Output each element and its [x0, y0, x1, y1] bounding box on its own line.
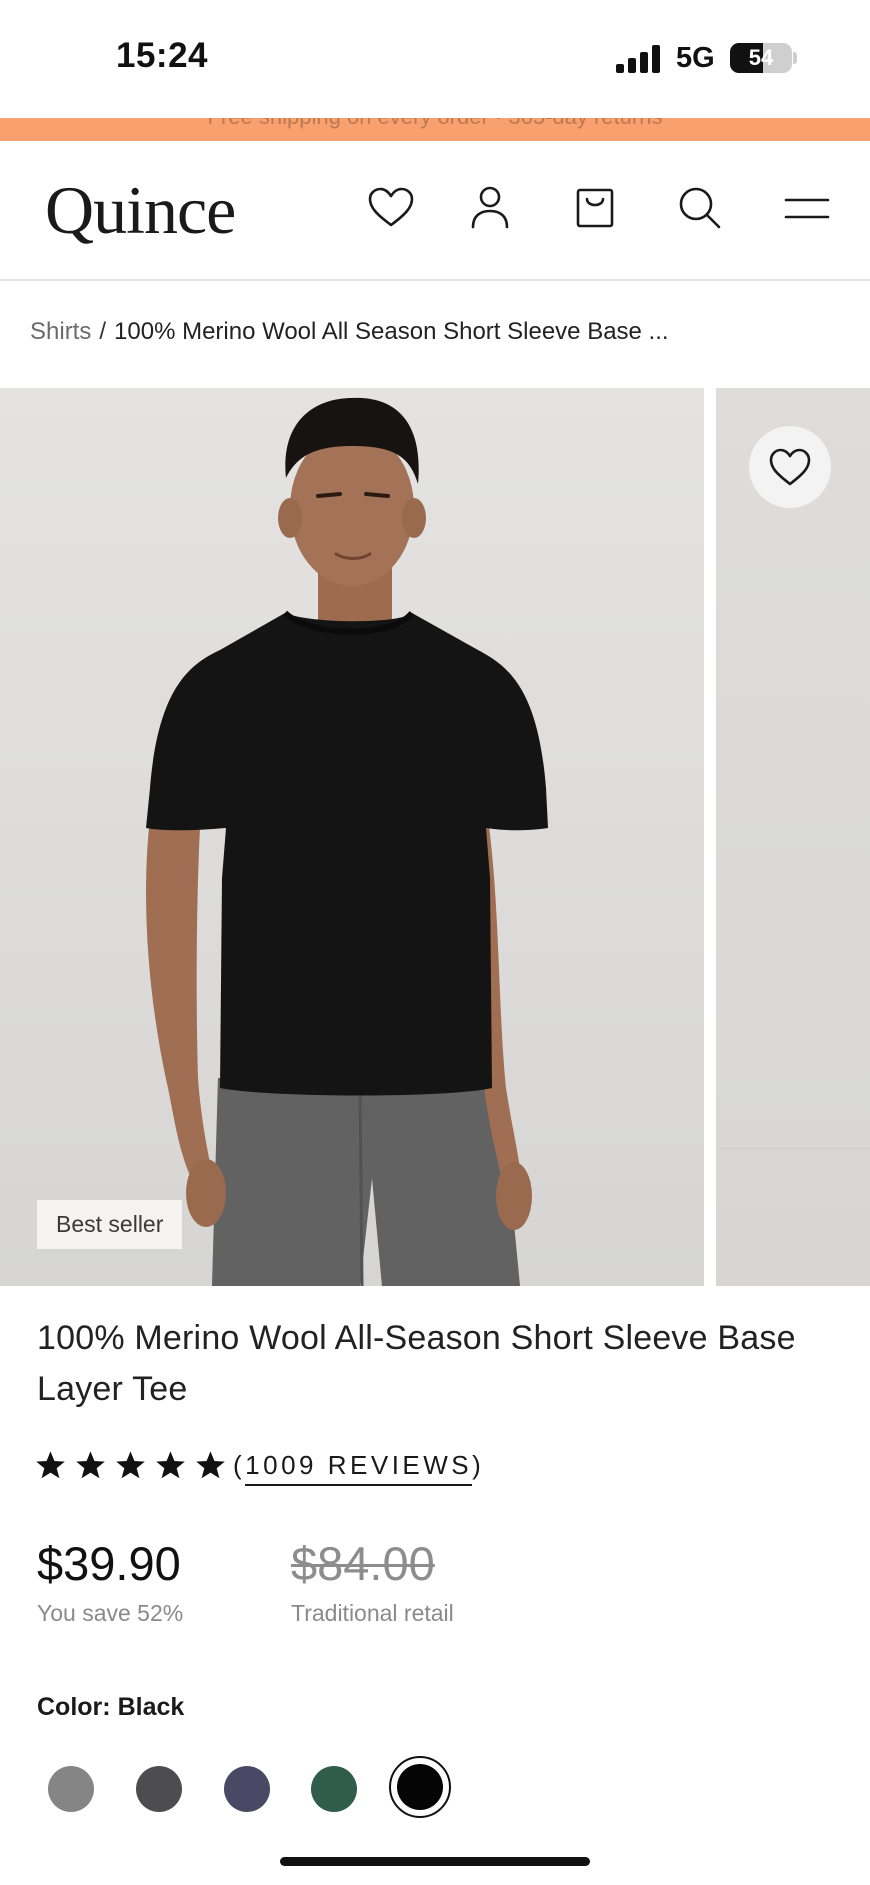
reviews-close-paren: ) — [472, 1449, 485, 1480]
savings-text: You save 52% — [37, 1600, 184, 1626]
reviews-link[interactable]: 1009 REVIEWS — [245, 1449, 473, 1486]
heart-icon — [368, 187, 414, 227]
battery-tip — [793, 52, 797, 64]
best-seller-badge: Best seller — [37, 1200, 183, 1249]
color-swatch[interactable] — [136, 1766, 182, 1812]
breadcrumb-shirts-link[interactable]: Shirts — [30, 318, 91, 345]
account-icon — [471, 186, 509, 229]
promo-text: Free shipping on every order · 365-day r… — [0, 118, 870, 130]
home-indicator[interactable] — [280, 1857, 590, 1866]
color-swatch-selected[interactable] — [389, 1756, 451, 1818]
retail-price: $84.00 — [291, 1537, 435, 1590]
star-icon — [156, 1450, 185, 1478]
breadcrumb: Shirts / 100% Merino Wool All Season Short… — [30, 318, 669, 346]
heart-icon — [769, 448, 811, 486]
wishlist-button[interactable] — [366, 183, 416, 233]
color-swatch[interactable] — [48, 1766, 94, 1812]
selected-color-name: Black — [117, 1693, 185, 1721]
star-icon — [76, 1450, 105, 1478]
product-rating: (1009 REVIEWS) — [34, 1445, 485, 1486]
battery-level: 54 — [748, 45, 774, 70]
network-type: 5G — [676, 42, 715, 74]
color-swatch[interactable] — [224, 1766, 270, 1812]
signal-icon — [616, 45, 660, 73]
next-image-floor-line — [716, 1148, 870, 1149]
reviews-open-paren: ( — [233, 1449, 246, 1480]
product-title: 100% Merino Wool All-Season Short Sleeve… — [37, 1319, 796, 1408]
account-button[interactable] — [465, 183, 515, 233]
status-time: 15:24 — [116, 36, 209, 75]
quince-logo[interactable]: Quince — [45, 171, 236, 250]
star-icon — [116, 1450, 145, 1478]
cart-button[interactable] — [570, 183, 620, 233]
search-icon — [679, 187, 721, 229]
breadcrumb-current: 100% Merino Wool All Season Short Sleeve… — [114, 318, 669, 345]
menu-button[interactable] — [782, 183, 832, 233]
product-gallery[interactable]: Best seller — [0, 388, 870, 1286]
breadcrumb-separator: / — [99, 318, 107, 345]
color-label-prefix: Color: — [37, 1693, 111, 1721]
color-swatch[interactable] — [311, 1766, 357, 1812]
color-swatch-dot — [397, 1764, 443, 1810]
site-header: Quince — [0, 141, 870, 281]
promo-banner[interactable]: Free shipping on every order · 365-day r… — [0, 118, 870, 141]
reviews-wrapper: (1009 REVIEWS) — [233, 1449, 485, 1486]
sale-price: $39.90 — [37, 1537, 181, 1590]
star-icon — [196, 1450, 225, 1478]
model-photo — [146, 397, 548, 1286]
bag-icon — [576, 188, 614, 228]
favorite-button[interactable] — [749, 426, 831, 508]
search-button[interactable] — [675, 183, 725, 233]
color-label: Color: Black — [37, 1693, 184, 1722]
battery-icon: 54 — [730, 43, 792, 73]
next-product-image[interactable] — [716, 388, 870, 1286]
rating-stars — [34, 1450, 227, 1481]
product-image[interactable]: Best seller — [0, 388, 704, 1286]
retail-label: Traditional retail — [291, 1600, 454, 1626]
star-icon — [36, 1450, 65, 1478]
status-bar: 15:24 5G 54 — [0, 0, 870, 118]
menu-icon — [784, 198, 830, 219]
